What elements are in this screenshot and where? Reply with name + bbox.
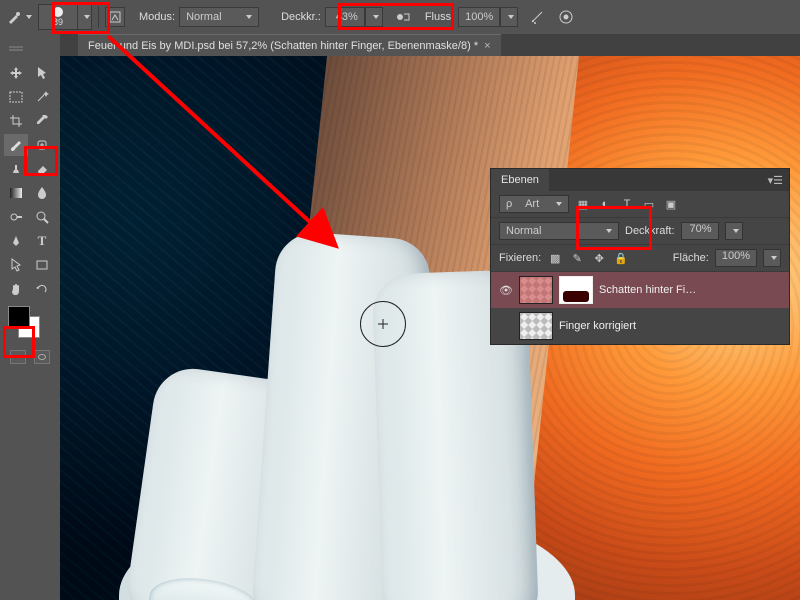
wand-tool[interactable] [30,86,54,108]
flow-value: 100% [465,11,493,23]
layers-panel: Ebenen ▾☰ ρ Art ▦ ◐ T ▭ ▣ Normal Deckkra… [490,168,790,345]
filter-type-icon[interactable]: T [619,197,635,211]
options-bar: 89 Modus: Normal Deckkr.: 43% Fluss: 100… [0,0,800,34]
quickmask-mode-icon[interactable] [34,350,50,364]
layer-row[interactable]: Finger korrigiert [491,308,789,344]
blend-mode-combo[interactable]: Normal [179,7,259,27]
move-tool[interactable] [4,62,28,84]
pressure-size-icon[interactable] [556,7,576,27]
brush-preset-picker[interactable]: 89 [38,4,92,30]
app-root: { "options_bar": { "brush_size": "89", "… [0,0,800,600]
layer-filter-combo[interactable]: ρ Art [499,195,569,213]
flow-field[interactable]: 100% [458,7,500,27]
layer-name: Schatten hinter Fi… [599,284,781,296]
airbrush-icon[interactable] [528,7,548,27]
brush-dot-icon [53,7,63,17]
opacity-field[interactable]: 43% [325,7,365,27]
opacity-label: Deckkr.: [281,11,321,23]
filter-shape-icon[interactable]: ▭ [641,197,657,211]
document-tab-bar: Feuer und Eis by MDI.psd bei 57,2% (Scha… [0,34,800,56]
fill-field[interactable]: 100% [715,249,757,267]
layer-opacity-field[interactable]: 70% [681,222,719,240]
brush-tool[interactable] [4,134,28,156]
type-tool[interactable]: T [30,230,54,252]
layer-opacity-dropdown[interactable] [725,222,743,240]
lock-paint-icon[interactable]: ✎ [569,251,585,265]
layer-thumbnail[interactable] [519,276,553,304]
layer-name: Finger korrigiert [559,320,781,332]
eyedropper-tool[interactable] [30,110,54,132]
document-tab[interactable]: Feuer und Eis by MDI.psd bei 57,2% (Scha… [78,34,501,56]
brush-size-value: 89 [53,18,63,27]
layer-mask-thumbnail[interactable] [559,276,593,304]
document-title: Feuer und Eis by MDI.psd bei 57,2% (Scha… [88,40,478,52]
layer-thumbnail[interactable] [519,312,553,340]
layer-blend-combo[interactable]: Normal [499,222,619,240]
lock-position-icon[interactable]: ✥ [591,251,607,265]
blur-tool[interactable] [30,182,54,204]
gradient-tool[interactable] [4,182,28,204]
foreground-swatch[interactable] [8,306,30,328]
marquee-tool[interactable] [4,86,28,108]
visibility-icon[interactable]: 👁 [499,284,513,297]
rotate-view-tool[interactable] [30,278,54,300]
lock-all-icon[interactable]: 🔒 [613,251,629,265]
blend-mode-value: Normal [186,11,221,23]
brush-cursor [360,301,406,347]
tool-preset-icon[interactable] [4,7,24,27]
filter-smart-icon[interactable]: ▣ [663,197,679,211]
brush-panel-toggle-icon[interactable] [105,7,125,27]
stamp-tool[interactable] [4,158,28,180]
healing-tool[interactable] [30,134,54,156]
eraser-tool[interactable] [30,158,54,180]
pressure-opacity-icon[interactable] [393,7,413,27]
toolbox: T [0,34,60,600]
direct-select-tool[interactable] [4,254,28,276]
document-canvas[interactable]: Ebenen ▾☰ ρ Art ▦ ◐ T ▭ ▣ Normal Deckkra… [60,56,800,600]
pen-tool[interactable] [4,230,28,252]
opacity-value: 43% [336,11,358,23]
fill-label: Fläche: [673,252,709,264]
flow-dropdown[interactable] [500,7,518,27]
crop-tool[interactable] [4,110,28,132]
toolbox-handle[interactable] [4,38,28,60]
close-icon[interactable]: × [484,40,490,52]
dodge-tool[interactable] [4,206,28,228]
lock-transparency-icon[interactable]: ▩ [547,251,563,265]
color-swatches[interactable] [8,306,42,340]
layer-row[interactable]: 👁 Schatten hinter Fi… [491,272,789,308]
tool-preset-dropdown[interactable] [26,15,32,19]
panel-menu-icon[interactable]: ▾☰ [762,174,789,187]
layer-opacity-label: Deckkraft: [625,225,675,237]
standard-mode-icon[interactable] [10,350,26,364]
layer-list: 👁 Schatten hinter Fi… Finger korrigiert [491,272,789,344]
opacity-dropdown[interactable] [365,7,383,27]
blend-mode-label: Modus: [139,11,175,23]
shape-tool[interactable] [30,254,54,276]
fill-dropdown[interactable] [763,249,781,267]
path-select-tool[interactable] [30,62,54,84]
zoom-tool[interactable] [30,206,54,228]
layers-tab[interactable]: Ebenen [491,169,549,191]
hand-tool[interactable] [4,278,28,300]
filter-adjust-icon[interactable]: ◐ [597,197,613,211]
filter-pixel-icon[interactable]: ▦ [575,197,591,211]
flow-label: Fluss: [425,11,454,23]
lock-label: Fixieren: [499,252,541,264]
